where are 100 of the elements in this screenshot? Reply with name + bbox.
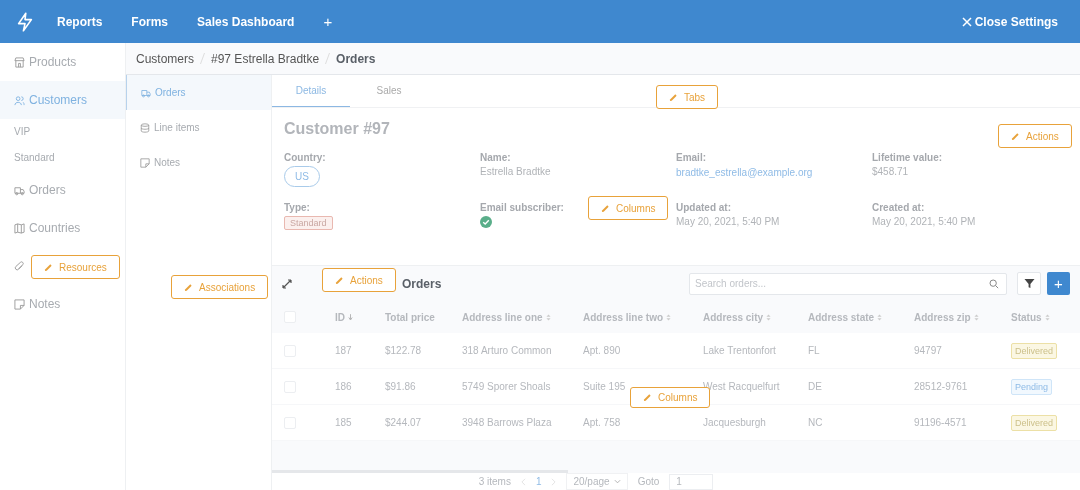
field-value: Estrella Bradtke <box>480 166 552 177</box>
sidebar-item[interactable]: Notes <box>0 285 125 323</box>
edit-button[interactable]: Actions <box>998 124 1072 148</box>
column-header[interactable]: Address city <box>703 311 764 323</box>
pencil-icon <box>669 92 678 102</box>
column-header[interactable]: Address line one <box>462 311 543 323</box>
expand-icon[interactable] <box>282 278 292 289</box>
store-icon <box>14 56 25 68</box>
nav-link[interactable]: Reports <box>57 14 103 29</box>
breadcrumb-link[interactable]: Orders <box>336 51 376 66</box>
field-label: Country: <box>284 152 326 163</box>
edit-button[interactable]: Columns <box>588 196 669 220</box>
status-tag: Delivered <box>1011 414 1058 431</box>
edit-button[interactable]: Resources <box>31 255 120 279</box>
sidebar-item[interactable]: Orders <box>0 171 125 209</box>
note-icon <box>14 298 25 310</box>
truck-icon <box>141 87 151 98</box>
table-cell: 186 <box>335 381 352 392</box>
search-icon <box>989 278 999 289</box>
edit-button[interactable]: Columns <box>630 387 711 408</box>
table-cell: Apt. 758 <box>583 417 621 428</box>
db-icon <box>140 122 150 133</box>
close-icon <box>961 16 972 27</box>
customer-title: Customer #97 <box>284 120 390 138</box>
nav-link[interactable]: Sales Dashboard <box>197 14 295 29</box>
map-icon <box>14 222 25 234</box>
paperclip-icon <box>14 260 25 272</box>
edit-button[interactable]: Associations <box>171 275 269 299</box>
association-item[interactable]: Orders <box>126 75 271 110</box>
item-count: 3 items <box>478 476 511 487</box>
table-cell: 94797 <box>914 345 942 356</box>
breadcrumb-link[interactable]: Customers <box>136 51 194 66</box>
sort-icon[interactable] <box>973 313 979 321</box>
status-tag: Pending <box>1011 378 1053 395</box>
column-header[interactable]: Address zip <box>914 311 971 323</box>
association-item[interactable]: Notes <box>126 145 271 180</box>
nav-link[interactable]: Forms <box>131 14 169 29</box>
table-cell: 318 Arturo Common <box>462 345 552 356</box>
sidebar-item[interactable]: Customers <box>0 81 125 119</box>
sort-icon[interactable] <box>545 313 551 321</box>
page-number[interactable]: 1 <box>535 476 542 487</box>
table-cell: NC <box>808 417 823 428</box>
field-label: Name: <box>480 152 511 163</box>
table-cell: DE <box>808 381 822 392</box>
users-icon <box>14 94 25 106</box>
table-cell: Lake Trentonfort <box>703 345 776 356</box>
sort-icon[interactable] <box>766 313 772 321</box>
column-header[interactable]: Address line two <box>583 311 663 323</box>
column-header[interactable]: Address state <box>808 311 875 323</box>
table-cell: $91.86 <box>385 381 416 392</box>
field-value: May 20, 2021, 5:40 PM <box>872 216 977 227</box>
edit-button[interactable]: Tabs <box>656 85 719 109</box>
pencil-icon <box>44 262 53 272</box>
sort-icon[interactable] <box>877 313 883 321</box>
next-page-icon[interactable] <box>551 477 557 486</box>
table-cell: 3948 Barrows Plaza <box>462 417 552 428</box>
edit-button[interactable]: Actions <box>322 268 396 292</box>
association-item[interactable]: Line items <box>126 110 271 145</box>
table-cell: 28512-9761 <box>914 381 968 392</box>
previous-page-icon[interactable] <box>520 477 526 486</box>
tab[interactable]: Details <box>272 75 350 107</box>
search-field[interactable]: Search orders... <box>689 272 1007 295</box>
table-cell: $244.07 <box>385 417 422 428</box>
add-tab-button[interactable]: + <box>323 13 333 30</box>
pencil-icon <box>643 393 652 402</box>
page-size-select[interactable]: 20/page <box>566 473 628 490</box>
sidebar-item[interactable]: Products <box>0 43 125 81</box>
field-label: Email subscriber: <box>480 202 564 213</box>
field-label: Email: <box>676 152 706 163</box>
column-header[interactable]: Status <box>1011 311 1042 323</box>
field-label: Created at: <box>872 202 925 213</box>
truck-icon <box>14 184 25 196</box>
column-header[interactable]: ID <box>335 311 345 323</box>
sidebar-subitem[interactable]: Standard <box>0 145 125 171</box>
filter-icon <box>1023 278 1035 289</box>
sort-down-icon[interactable] <box>348 313 353 321</box>
breadcrumb-link[interactable]: #97 Estrella Bradtke <box>211 51 320 66</box>
note-icon <box>140 157 150 168</box>
add-button[interactable]: + <box>1047 272 1070 295</box>
pencil-icon <box>1011 131 1020 141</box>
orders-title: Orders <box>402 276 442 291</box>
table-cell: Apt. 890 <box>583 345 621 356</box>
table-cell: 187 <box>335 345 352 356</box>
table-cell: 5749 Sporer Shoals <box>462 381 551 392</box>
sort-icon[interactable] <box>1044 313 1050 321</box>
lightning-icon[interactable] <box>17 11 33 32</box>
pencil-icon <box>601 203 610 213</box>
filter-button[interactable] <box>1017 272 1041 295</box>
goto-field[interactable]: 1 <box>669 473 714 490</box>
field-value: May 20, 2021, 5:40 PM <box>676 216 781 227</box>
sort-icon[interactable] <box>666 313 671 321</box>
close-settings-button[interactable]: Close Settings <box>961 14 1058 29</box>
email-link[interactable]: bradtke_estrella@example.org <box>676 167 813 178</box>
field-label: Lifetime value: <box>872 152 943 163</box>
table-cell: 91196-4571 <box>914 417 967 428</box>
column-header[interactable]: Total price <box>385 311 435 323</box>
sidebar-subitem[interactable]: VIP <box>0 119 125 145</box>
sidebar-item[interactable]: Countries <box>0 209 125 247</box>
tab[interactable]: Sales <box>350 75 428 107</box>
caret-icon <box>613 479 621 484</box>
